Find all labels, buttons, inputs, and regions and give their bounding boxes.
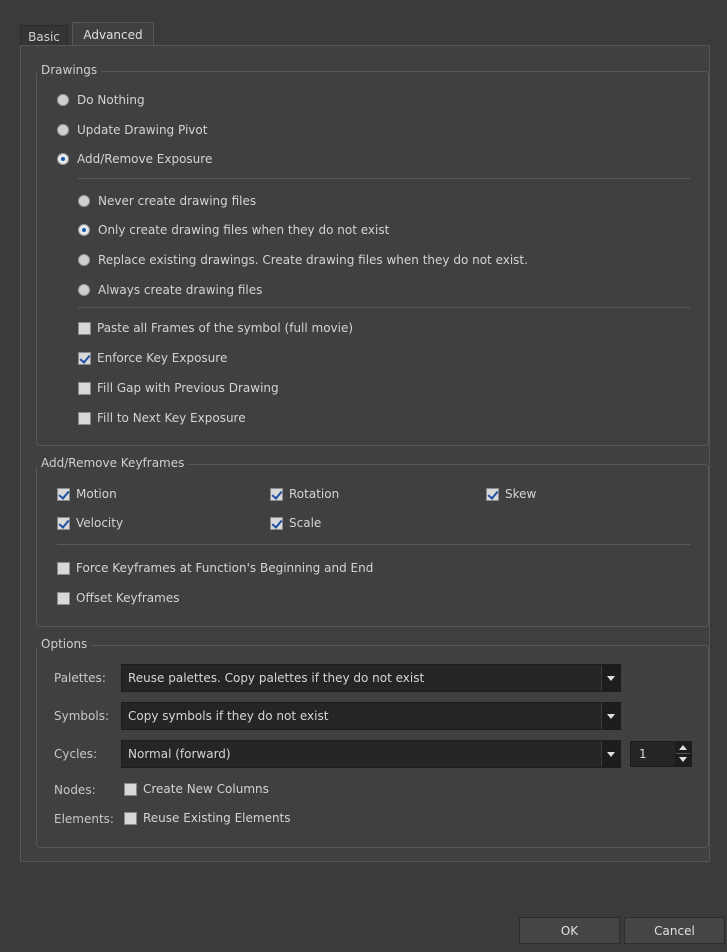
radio-label: Replace existing drawings. Create drawin… xyxy=(98,253,528,267)
check-reuse-existing-elements[interactable]: Reuse Existing Elements xyxy=(124,811,291,825)
cycles-count-value: 1 xyxy=(639,747,647,761)
ok-button[interactable]: OK xyxy=(519,917,620,944)
radio-only-create[interactable]: Only create drawing files when they do n… xyxy=(78,223,389,237)
elements-label: Elements: xyxy=(54,812,114,826)
radio-label: Always create drawing files xyxy=(98,283,263,297)
checkbox-label: Enforce Key Exposure xyxy=(97,351,228,365)
check-rotation[interactable]: Rotation xyxy=(270,487,339,501)
radio-button[interactable] xyxy=(57,124,69,136)
radio-replace-existing[interactable]: Replace existing drawings. Create drawin… xyxy=(78,253,528,267)
radio-button[interactable] xyxy=(57,153,69,165)
radio-always-create[interactable]: Always create drawing files xyxy=(78,283,262,297)
check-paste-all-frames[interactable]: Paste all Frames of the symbol (full mov… xyxy=(78,321,353,335)
cycles-count-stepper[interactable]: 1 xyxy=(630,741,692,767)
stepper-buttons[interactable] xyxy=(675,742,691,766)
checkbox-label: Force Keyframes at Function's Beginning … xyxy=(76,561,374,575)
check-skew[interactable]: Skew xyxy=(486,487,536,501)
radio-update-drawing-pivot[interactable]: Update Drawing Pivot xyxy=(57,123,207,137)
tab-basic[interactable]: Basic xyxy=(20,25,68,47)
nodes-label: Nodes: xyxy=(54,783,96,797)
checkbox-label: Create New Columns xyxy=(143,782,269,796)
checkbox-label: Rotation xyxy=(289,487,340,501)
checkbox[interactable] xyxy=(57,487,70,501)
check-motion[interactable]: Motion xyxy=(57,487,117,501)
check-scale[interactable]: Scale xyxy=(270,516,321,530)
radio-do-nothing[interactable]: Do Nothing xyxy=(57,93,145,107)
symbols-label: Symbols: xyxy=(54,709,109,723)
check-enforce-key-exposure[interactable]: Enforce Key Exposure xyxy=(78,351,227,365)
checkbox[interactable] xyxy=(124,811,137,825)
check-offset-keyframes[interactable]: Offset Keyframes xyxy=(57,591,179,605)
checkbox[interactable] xyxy=(78,321,91,335)
radio-label: Never create drawing files xyxy=(98,194,257,208)
cycles-dropdown[interactable]: Normal (forward) xyxy=(121,740,621,768)
divider xyxy=(78,307,690,308)
palettes-dropdown[interactable]: Reuse palettes. Copy palettes if they do… xyxy=(121,664,621,692)
keyframes-title: Add/Remove Keyframes xyxy=(37,456,189,470)
checkbox[interactable] xyxy=(78,351,91,365)
radio-button[interactable] xyxy=(78,195,90,207)
checkbox[interactable] xyxy=(270,487,283,501)
symbols-value: Copy symbols if they do not exist xyxy=(128,709,329,723)
cycles-label: Cycles: xyxy=(54,747,98,761)
checkbox-label: Paste all Frames of the symbol (full mov… xyxy=(97,321,354,335)
symbols-dropdown[interactable]: Copy symbols if they do not exist xyxy=(121,702,621,730)
radio-label: Do Nothing xyxy=(77,93,145,107)
divider xyxy=(78,178,690,179)
radio-button[interactable] xyxy=(57,94,69,106)
radio-button[interactable] xyxy=(78,224,90,236)
checkbox[interactable] xyxy=(57,591,70,605)
checkbox[interactable] xyxy=(124,782,137,796)
palettes-label: Palettes: xyxy=(54,671,106,685)
chevron-up-icon[interactable] xyxy=(679,745,687,750)
radio-never-create[interactable]: Never create drawing files xyxy=(78,194,256,208)
checkbox[interactable] xyxy=(57,516,70,530)
checkbox-label: Reuse Existing Elements xyxy=(143,811,291,825)
checkbox-label: Velocity xyxy=(76,516,124,530)
check-fill-gap[interactable]: Fill Gap with Previous Drawing xyxy=(78,381,279,395)
stepper-divider xyxy=(676,753,690,754)
cycles-value: Normal (forward) xyxy=(128,747,231,761)
chevron-down-icon[interactable] xyxy=(679,757,687,762)
options-title: Options xyxy=(37,637,92,651)
check-fill-next-key[interactable]: Fill to Next Key Exposure xyxy=(78,411,246,425)
checkbox[interactable] xyxy=(486,487,499,501)
chevron-down-icon[interactable] xyxy=(601,703,620,729)
checkbox-label: Fill Gap with Previous Drawing xyxy=(97,381,279,395)
radio-button[interactable] xyxy=(78,254,90,266)
checkbox-label: Offset Keyframes xyxy=(76,591,180,605)
drawings-title: Drawings xyxy=(37,63,102,77)
checkbox-label: Fill to Next Key Exposure xyxy=(97,411,246,425)
chevron-down-icon[interactable] xyxy=(601,741,620,767)
checkbox-label: Scale xyxy=(289,516,322,530)
palettes-value: Reuse palettes. Copy palettes if they do… xyxy=(128,671,425,685)
checkbox[interactable] xyxy=(78,381,91,395)
tab-advanced[interactable]: Advanced xyxy=(72,22,154,47)
checkbox-label: Skew xyxy=(505,487,537,501)
radio-label: Update Drawing Pivot xyxy=(77,123,208,137)
radio-button[interactable] xyxy=(78,284,90,296)
checkbox[interactable] xyxy=(78,411,91,425)
check-velocity[interactable]: Velocity xyxy=(57,516,123,530)
cancel-button[interactable]: Cancel xyxy=(624,917,725,944)
divider xyxy=(57,544,690,545)
radio-label: Add/Remove Exposure xyxy=(77,152,213,166)
checkbox-label: Motion xyxy=(76,487,117,501)
radio-add-remove-exposure[interactable]: Add/Remove Exposure xyxy=(57,152,212,166)
radio-label: Only create drawing files when they do n… xyxy=(98,223,390,237)
check-force-keyframes[interactable]: Force Keyframes at Function's Beginning … xyxy=(57,561,373,575)
chevron-down-icon[interactable] xyxy=(601,665,620,691)
check-create-new-columns[interactable]: Create New Columns xyxy=(124,782,269,796)
checkbox[interactable] xyxy=(57,561,70,575)
checkbox[interactable] xyxy=(270,516,283,530)
